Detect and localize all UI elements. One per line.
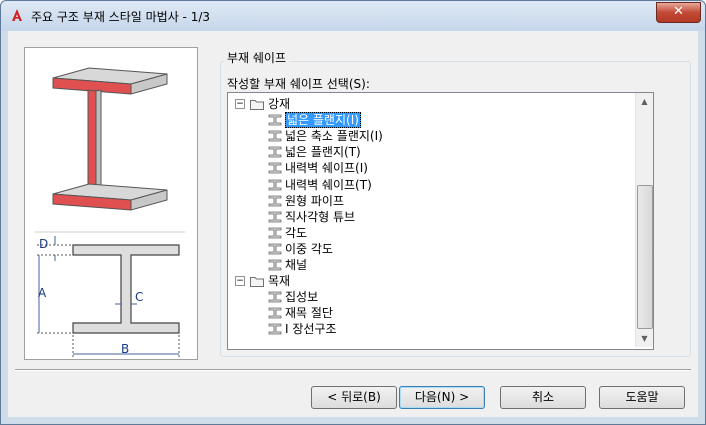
tree-item-label: 내력벽 쉐이프(I) xyxy=(285,161,368,176)
tree-item-label: 직사각형 튜브 xyxy=(285,209,356,224)
tree-category[interactable]: 강재 xyxy=(268,96,290,112)
tree-item[interactable]: 넓은 축소 플랜지(I) xyxy=(285,128,383,144)
help-button[interactable]: 도움말 xyxy=(599,386,685,409)
dim-label-d: D xyxy=(39,237,48,251)
group-title: 부재 쉐이프 xyxy=(224,49,290,66)
scroll-thumb[interactable] xyxy=(637,185,653,329)
select-shape-label: 작성할 부재 쉐이프 선택(S): xyxy=(227,77,370,91)
tree-item[interactable]: 넓은 플랜지(T) xyxy=(285,144,361,160)
member-shape-icon xyxy=(268,195,282,206)
scroll-down-arrow-icon[interactable]: ▼ xyxy=(636,330,653,347)
member-shape-icon xyxy=(268,227,282,239)
member-shape-icon xyxy=(268,130,282,142)
tree-item-label: 넓은 축소 플랜지(I) xyxy=(285,129,383,144)
tree-item-label: 넓은 플랜지(I) xyxy=(285,112,361,129)
tree-item-label: 채널 xyxy=(285,258,308,272)
tree-item[interactable]: 직사각형 튜브 xyxy=(285,209,355,225)
tree-item[interactable]: 넓은 플랜지(I) xyxy=(285,112,361,129)
tree-item[interactable]: 이중 각도 xyxy=(285,241,333,257)
member-shape-icon xyxy=(268,323,282,335)
tree-item[interactable]: I 장선구조 xyxy=(285,321,337,337)
member-shape-icon xyxy=(268,211,282,223)
tree-item[interactable]: 내력벽 쉐이프(I) xyxy=(285,160,368,176)
collapse-icon[interactable]: − xyxy=(235,99,245,109)
cancel-button[interactable]: 취소 xyxy=(500,386,586,409)
member-shape-icon xyxy=(268,162,282,174)
member-shape-icon xyxy=(268,146,282,158)
dim-label-b: B xyxy=(121,342,129,356)
shape-tree[interactable]: − 강재 넓은 플랜지(I) 넓은 축소 플랜지(I) 넓은 플랜지(T) 내력벽 쉐이프… xyxy=(227,92,654,350)
tree-category[interactable]: 목재 xyxy=(268,273,290,289)
close-icon: ✕ xyxy=(673,4,684,19)
tree-item[interactable]: 내력벽 쉐이프(T) xyxy=(285,177,372,193)
title-bar[interactable]: 주요 구조 부재 스타일 마법사 - 1/3 ✕ xyxy=(1,1,705,31)
tree-scrollbar[interactable]: ▲ ▼ xyxy=(635,93,653,347)
tree-item-label: 내력벽 쉐이프(T) xyxy=(285,177,372,192)
close-button[interactable]: ✕ xyxy=(656,2,701,23)
member-shape-icon xyxy=(268,114,282,126)
wizard-window: 주요 구조 부재 스타일 마법사 - 1/3 ✕ D A C B 부재 쉐이프 … xyxy=(0,0,706,425)
tree-item[interactable]: 각도 xyxy=(285,225,307,241)
folder-icon xyxy=(250,100,264,110)
tree-item-label: 이중 각도 xyxy=(285,241,333,256)
member-shape-icon xyxy=(268,259,282,271)
tree-item-label: 원형 파이프 xyxy=(285,193,345,208)
dialog-body: D A C B 부재 쉐이프 작성할 부재 쉐이프 선택(S): − 강재 넓은 플… xyxy=(8,31,698,417)
shape-preview: D A C B xyxy=(24,47,198,360)
tree-item[interactable]: 집성보 xyxy=(285,289,318,305)
button-divider xyxy=(15,369,691,371)
tree-item-label: I 장선구조 xyxy=(285,322,337,337)
member-shape-icon xyxy=(268,307,282,319)
member-shape-icon xyxy=(268,179,282,190)
autocad-app-icon xyxy=(12,9,22,21)
collapse-icon[interactable]: − xyxy=(235,276,245,287)
scroll-up-arrow-icon[interactable]: ▲ xyxy=(636,93,653,110)
member-shape-icon xyxy=(268,291,282,303)
member-shape-icon xyxy=(268,243,282,255)
tree-item[interactable]: 원형 파이프 xyxy=(285,193,344,209)
next-button[interactable]: 다음(N) > xyxy=(399,386,485,409)
tree-item-label: 재목 절단 xyxy=(285,306,333,321)
tree-item[interactable]: 재목 절단 xyxy=(285,305,333,321)
tree-item-label: 넓은 플랜지(T) xyxy=(285,145,361,160)
dim-label-a: A xyxy=(38,286,47,300)
tree-item-label: 집성보 xyxy=(285,290,319,305)
window-title: 주요 구조 부재 스타일 마법사 - 1/3 xyxy=(31,10,211,24)
tree-item[interactable]: 채널 xyxy=(285,257,307,273)
back-button[interactable]: < 뒤로(B) xyxy=(311,386,397,409)
dim-label-c: C xyxy=(135,290,143,304)
folder-icon xyxy=(250,277,264,288)
tree-item-label: 각도 xyxy=(285,225,308,240)
i-beam-illustration: D A C B xyxy=(35,67,185,360)
